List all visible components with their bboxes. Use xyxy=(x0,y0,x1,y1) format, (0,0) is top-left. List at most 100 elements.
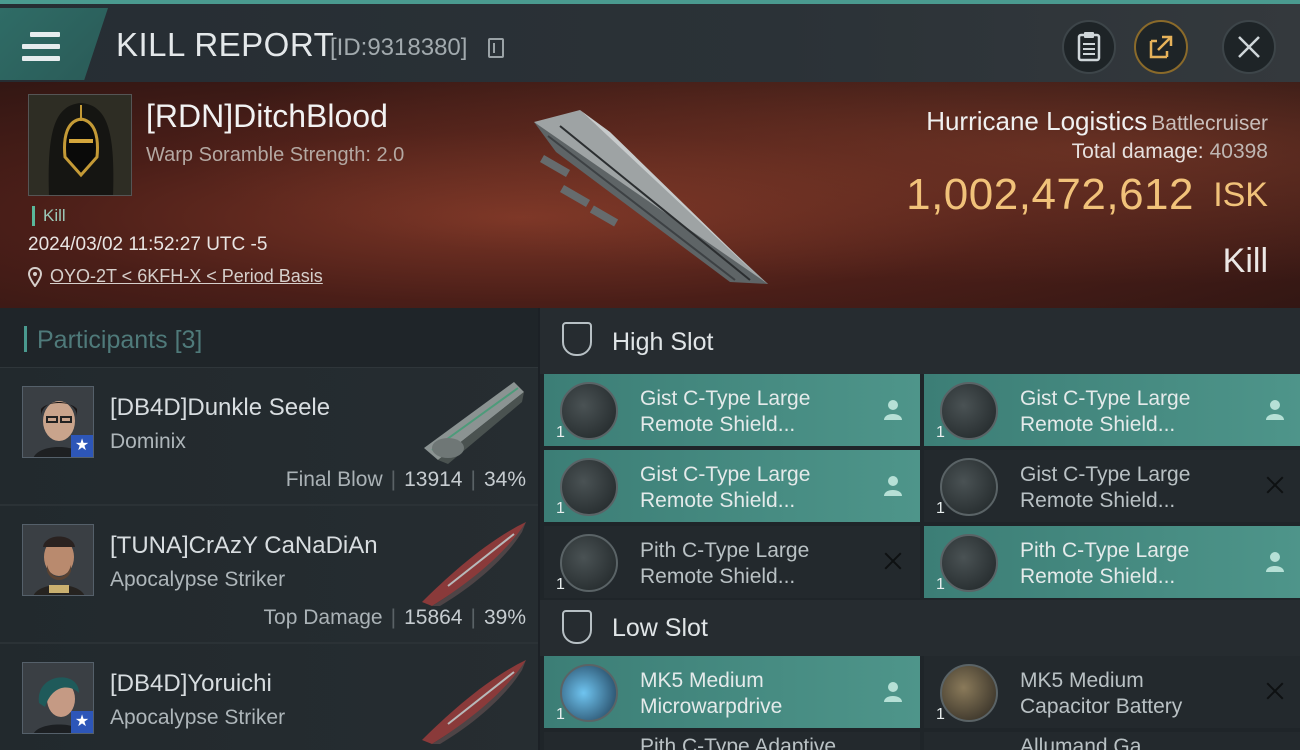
participant-avatar xyxy=(22,524,94,596)
module-item[interactable]: 1 Pith C-Type Large Remote Shield... xyxy=(544,526,920,598)
high-slot-label: High Slot xyxy=(612,328,714,356)
person-icon xyxy=(1266,552,1284,572)
warp-scramble-strength: Warp Soramble Strength: 2.0 xyxy=(146,144,405,166)
module-name-line2: Microwarpdrive xyxy=(640,695,783,718)
module-item[interactable]: 1 MK5 Medium Microwarpdrive xyxy=(544,656,920,728)
high-slot-icon xyxy=(562,322,592,356)
participant-damage: 15864 xyxy=(404,606,463,629)
copy-icon[interactable] xyxy=(488,38,504,58)
module-name: Pith C-Type Large Remote Shield... xyxy=(1020,538,1189,590)
stat-divider: | xyxy=(390,468,397,491)
participant-ship-image xyxy=(422,660,526,744)
participant-row[interactable]: ★ [DB4D]Yoruichi Apocalypse Striker xyxy=(0,644,538,750)
module-name: Gist C-Type Large Remote Shield... xyxy=(640,386,810,438)
participant-ship: Apocalypse Striker xyxy=(110,568,286,591)
clipboard-icon xyxy=(1077,32,1101,62)
participant-ship-image xyxy=(424,382,524,464)
share-button[interactable] xyxy=(1134,20,1188,74)
person-icon xyxy=(884,476,902,496)
module-name-line2: Capacitor Battery xyxy=(1020,695,1183,718)
module-item[interactable]: 1 Gist C-Type Large Remote Shield... xyxy=(924,374,1300,446)
person-icon xyxy=(884,682,902,702)
fitting-panel: High Slot 1 Gist C-Type Large Remote Shie… xyxy=(540,308,1300,750)
module-name-line1: MK5 Medium xyxy=(640,669,764,692)
module-name: Gist C-Type Large Remote Shield... xyxy=(1020,462,1190,514)
module-name: Gist C-Type Large Remote Shield... xyxy=(1020,386,1190,438)
total-damage-value: 40398 xyxy=(1209,140,1268,163)
total-damage-label: Total damage: xyxy=(1071,140,1204,163)
module-item[interactable]: 1 Pith C-Type Large Remote Shield... xyxy=(924,526,1300,598)
module-name-line1: Pith C-Type Large xyxy=(1020,539,1190,562)
participants-label: Participants xyxy=(37,326,168,354)
participant-avatar: ★ xyxy=(22,386,94,458)
victim-avatar[interactable] xyxy=(28,94,132,196)
low-slot-label: Low Slot xyxy=(612,614,708,642)
module-quantity: 1 xyxy=(556,500,565,517)
participant-name[interactable]: [DB4D]Dunkle Seele xyxy=(110,394,330,422)
module-quantity: 1 xyxy=(556,424,565,441)
page-title: KILL REPORT xyxy=(116,26,335,63)
header-bar: KILL REPORT [ID:9318380] xyxy=(0,0,1300,82)
module-name-line2: Remote Shield... xyxy=(1020,413,1176,436)
shield-booster-icon xyxy=(560,458,618,516)
high-slot-header: High Slot xyxy=(540,308,1300,374)
module-item-partial[interactable]: Pith C-Type Adaptive xyxy=(544,732,920,750)
kill-datetime: 2024/03/02 11:52:27 UTC -5 xyxy=(28,234,268,255)
low-slot-header: Low Slot xyxy=(540,600,1300,656)
module-name-line1: Gist C-Type Large xyxy=(640,463,811,486)
person-icon xyxy=(884,400,902,420)
result-label: Kill xyxy=(1222,242,1268,280)
module-quantity: 1 xyxy=(936,576,945,593)
participant-stats: Top Damage | 15864 | 39% xyxy=(264,606,526,630)
victim-banner: [RDN]DitchBlood Warp Soramble Strength: … xyxy=(0,82,1300,308)
section-marker xyxy=(24,326,27,352)
participant-row[interactable]: ★ [DB4D]Dunkle Seele Dominix Final Blow |… xyxy=(0,368,538,506)
stat-divider: | xyxy=(470,468,476,491)
module-name-line2: Remote Shield... xyxy=(640,489,796,512)
module-name-line1: Pith C-Type Large xyxy=(640,539,810,562)
close-button[interactable] xyxy=(1222,20,1276,74)
low-slot-grid: 1 MK5 Medium Microwarpdrive 1 MK5 Medium C… xyxy=(540,656,1300,728)
kill-location[interactable]: OYO-2T < 6KFH-X < Period Basis xyxy=(28,266,323,287)
participant-name[interactable]: [DB4D]Yoruichi xyxy=(110,670,272,698)
participant-ship-image xyxy=(422,522,526,606)
star-badge-icon: ★ xyxy=(71,711,93,733)
location-link[interactable]: OYO-2T < 6KFH-X < Period Basis xyxy=(50,266,323,287)
ship-name: Hurricane Logistics xyxy=(926,106,1148,136)
module-item-partial[interactable]: Allumand Ga... xyxy=(924,732,1300,750)
low-slot-icon xyxy=(562,610,592,644)
module-name-line2: Remote Shield... xyxy=(640,565,796,588)
victim-name[interactable]: [RDN]DitchBlood xyxy=(146,98,388,135)
module-item[interactable]: 1 Gist C-Type Large Remote Shield... xyxy=(544,450,920,522)
participant-ship: Dominix xyxy=(110,430,186,453)
module-quantity: 1 xyxy=(556,576,565,593)
person-icon xyxy=(1266,400,1284,420)
module-item[interactable]: 1 Gist C-Type Large Remote Shield... xyxy=(544,374,920,446)
isk-unit: ISK xyxy=(1213,176,1268,214)
module-item[interactable]: 1 Gist C-Type Large Remote Shield... xyxy=(924,450,1300,522)
participant-ship: Apocalypse Striker xyxy=(110,706,286,729)
stat-divider: | xyxy=(470,606,476,629)
destroyed-x-icon xyxy=(1264,474,1286,498)
report-button[interactable] xyxy=(1062,20,1116,74)
module-name: Pith C-Type Large Remote Shield... xyxy=(640,538,809,590)
participant-avatar: ★ xyxy=(22,662,94,734)
shield-booster-icon xyxy=(940,382,998,440)
menu-button[interactable] xyxy=(0,8,108,80)
destroyed-x-icon xyxy=(882,550,904,574)
participants-header: Participants [3] xyxy=(0,308,538,368)
participant-row[interactable]: [TUNA]CrAzY CaNaDiAn Apocalypse Striker … xyxy=(0,506,538,644)
module-name-line2: Remote Shield... xyxy=(640,413,796,436)
high-slot-grid: 1 Gist C-Type Large Remote Shield... 1 Gi… xyxy=(540,374,1300,598)
stat-label: Final Blow xyxy=(285,468,383,491)
location-pin-icon xyxy=(28,266,42,287)
participant-name[interactable]: [TUNA]CrAzY CaNaDiAn xyxy=(110,532,378,560)
kill-type-tag: Kill xyxy=(32,206,66,226)
victim-ship[interactable]: Hurricane Logistics Battlecruiser xyxy=(926,106,1268,137)
shield-booster-icon xyxy=(940,458,998,516)
module-quantity: 1 xyxy=(936,706,945,723)
participants-panel: Participants [3] ★ [DB4D]Dunkle Seele Do… xyxy=(0,308,538,750)
module-item[interactable]: 1 MK5 Medium Capacitor Battery xyxy=(924,656,1300,728)
module-quantity: 1 xyxy=(936,424,945,441)
module-name: MK5 Medium Microwarpdrive xyxy=(640,668,782,720)
